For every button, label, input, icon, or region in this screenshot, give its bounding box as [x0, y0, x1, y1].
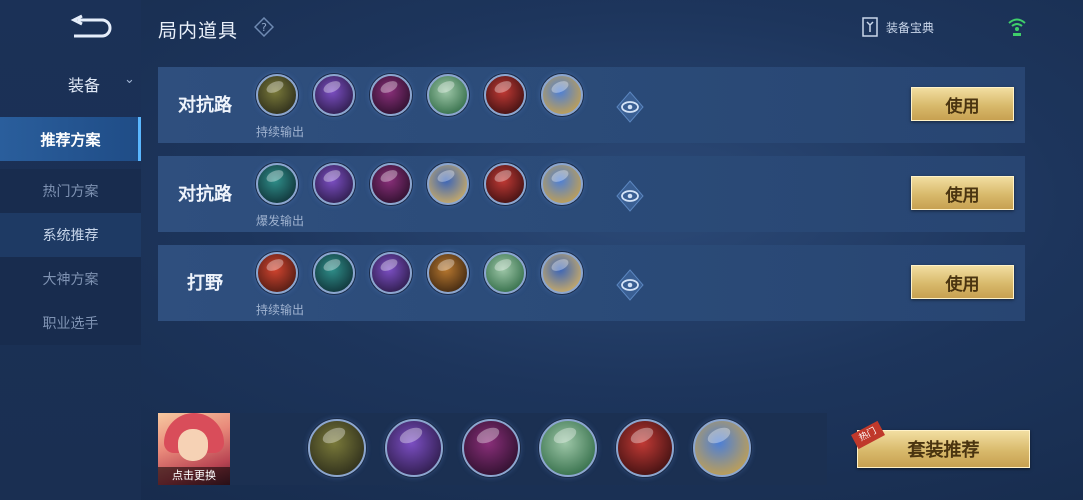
blue-gold-sword-item-icon[interactable] — [541, 252, 583, 294]
eye-icon[interactable] — [616, 180, 644, 212]
purple-axe-item-icon[interactable] — [370, 252, 412, 294]
purple-axe-item-icon[interactable] — [313, 74, 355, 116]
plan-row: 对抗路爆发输出 使用 — [158, 156, 1025, 232]
sidebar-item-recommended-plans[interactable]: 推荐方案 — [0, 117, 141, 161]
plan-lane: 打野 — [187, 273, 223, 294]
hero-swap-label: 点击更换 — [158, 467, 230, 485]
green-silver-blade-item-icon[interactable] — [427, 74, 469, 116]
svg-text:?: ? — [261, 21, 267, 34]
use-plan-button[interactable]: 使用 — [911, 176, 1014, 210]
orange-bronze-armor-item-icon[interactable] — [427, 252, 469, 294]
sidebar-item-label: 热门方案 — [42, 184, 99, 200]
sidebar-item-label: 职业选手 — [42, 316, 99, 332]
blue-gold-sword-item-icon[interactable] — [427, 163, 469, 205]
current-loadout-bar: 点击更换 — [158, 413, 827, 485]
back-arrow-icon[interactable] — [68, 14, 114, 40]
crimson-wing-armor-item-icon[interactable] — [462, 419, 520, 477]
sidebar-item-pro-players[interactable]: 职业选手 — [0, 301, 141, 345]
equipment-section-toggle[interactable]: 装备 ⌄ — [0, 68, 141, 98]
purple-axe-item-icon[interactable] — [385, 419, 443, 477]
green-silver-blade-item-icon[interactable] — [484, 252, 526, 294]
plan-row: 对抗路持续输出 使用 — [158, 67, 1025, 143]
wifi-signal-icon — [1008, 18, 1026, 36]
purple-axe-item-icon[interactable] — [313, 163, 355, 205]
plan-style: 爆发输出 — [256, 214, 305, 228]
use-plan-button[interactable]: 使用 — [911, 265, 1014, 299]
red-shield-mask-item-icon[interactable] — [484, 74, 526, 116]
plan-style: 持续输出 — [256, 303, 305, 317]
eye-icon[interactable] — [616, 269, 644, 301]
help-icon[interactable]: ? — [254, 17, 274, 37]
sidebar: 装备 ⌄ 推荐方案 热门方案 系统推荐 大神方案 职业选手 — [0, 0, 141, 500]
plan-lane: 对抗路 — [178, 95, 232, 116]
codex-label: 装备宝典 — [886, 20, 935, 35]
red-jungle-blade-item-icon[interactable] — [256, 252, 298, 294]
blue-gold-crest-item-icon[interactable] — [541, 74, 583, 116]
green-silver-blade-item-icon[interactable] — [539, 419, 597, 477]
red-shield-mask-item-icon[interactable] — [484, 163, 526, 205]
hero-face — [178, 429, 208, 461]
plan-items — [256, 252, 583, 294]
teal-boots-item-icon[interactable] — [313, 252, 355, 294]
plan-lane: 对抗路 — [178, 184, 232, 205]
red-shield-mask-item-icon[interactable] — [616, 419, 674, 477]
hero-portrait[interactable]: 点击更换 — [158, 413, 230, 485]
sidebar-item-system-recommended[interactable]: 系统推荐 — [0, 213, 141, 257]
blue-gold-crest-item-icon[interactable] — [541, 163, 583, 205]
plan-row: 打野持续输出 使用 — [158, 245, 1025, 321]
plan-items — [256, 163, 583, 205]
greaves-boots-item-icon[interactable] — [308, 419, 366, 477]
sidebar-item-popular-plans[interactable]: 热门方案 — [0, 169, 141, 213]
teal-boots-item-icon[interactable] — [256, 163, 298, 205]
crimson-wing-armor-item-icon[interactable] — [370, 163, 412, 205]
equipment-codex-link[interactable]: 装备宝典 — [860, 15, 934, 39]
sidebar-item-label: 系统推荐 — [42, 228, 99, 244]
sidebar-item-expert-plans[interactable]: 大神方案 — [0, 257, 141, 301]
sidebar-item-label: 推荐方案 — [40, 130, 101, 149]
book-icon — [862, 17, 878, 37]
eye-icon[interactable] — [616, 91, 644, 123]
chevron-down-icon: ⌄ — [124, 72, 135, 87]
plan-items — [256, 74, 583, 116]
greaves-boots-item-icon[interactable] — [256, 74, 298, 116]
plan-style: 持续输出 — [256, 125, 305, 139]
equipment-section-label: 装备 — [68, 76, 101, 95]
page-title: 局内道具 — [158, 20, 239, 42]
loadout-items — [308, 419, 751, 477]
sidebar-item-label: 大神方案 — [42, 272, 99, 288]
crimson-wing-armor-item-icon[interactable] — [370, 74, 412, 116]
use-plan-button[interactable]: 使用 — [911, 87, 1014, 121]
blue-gold-crest-item-icon[interactable] — [693, 419, 751, 477]
